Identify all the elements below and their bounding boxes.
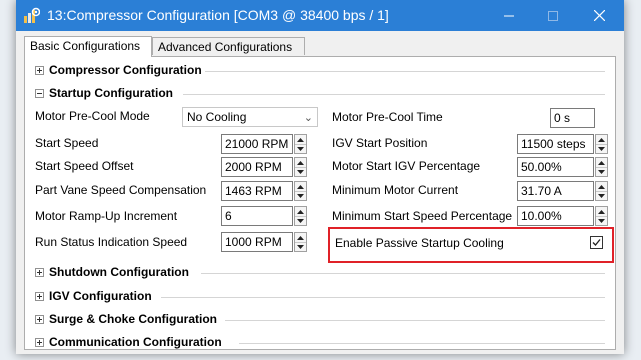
group-igv-configuration[interactable]: IGV Configuration — [35, 288, 605, 306]
title-bar[interactable]: 13:Compressor Configuration [COM3 @ 3840… — [16, 0, 624, 31]
group-divider — [161, 297, 605, 298]
tab-panel: Compressor Configuration Startup Configu… — [24, 56, 616, 350]
start-speed-value[interactable]: 21000 RPM — [221, 134, 293, 154]
maximize-button[interactable] — [533, 0, 573, 31]
minimum-motor-current-value[interactable]: 31.70 A — [517, 181, 594, 201]
spin-buttons[interactable] — [595, 181, 608, 201]
compressor-configuration-window: 13:Compressor Configuration [COM3 @ 3840… — [16, 0, 624, 354]
spin-buttons[interactable] — [294, 206, 307, 226]
motor-precool-time-field[interactable]: 0 s — [550, 108, 595, 128]
group-title: IGV Configuration — [49, 289, 152, 303]
group-title: Surge & Choke Configuration — [49, 312, 217, 326]
minimize-icon — [504, 15, 514, 16]
checkmark-icon — [592, 239, 601, 246]
group-divider — [183, 94, 605, 95]
spin-buttons[interactable] — [294, 134, 307, 154]
spin-buttons[interactable] — [294, 157, 307, 177]
tab-advanced-configurations[interactable]: Advanced Configurations — [152, 37, 305, 55]
motor-precool-mode-select[interactable]: No Cooling ⌄ — [182, 107, 318, 127]
motor-start-igv-percentage-value[interactable]: 50.00% — [517, 157, 594, 177]
part-vane-speed-compensation-label: Part Vane Speed Compensation — [35, 183, 207, 197]
motor-precool-mode-label: Motor Pre-Cool Mode — [35, 109, 150, 123]
motor-rampup-increment-label: Motor Ramp-Up Increment — [35, 209, 178, 223]
spin-down-icon[interactable] — [596, 216, 607, 225]
collapse-icon[interactable] — [35, 89, 44, 98]
spin-buttons[interactable] — [595, 157, 608, 177]
start-speed-label: Start Speed — [35, 136, 99, 150]
start-speed-offset-label: Start Speed Offset — [35, 159, 134, 173]
spin-down-icon[interactable] — [295, 191, 306, 200]
motor-rampup-increment-value[interactable]: 6 — [221, 206, 293, 226]
minimum-motor-current-stepper[interactable]: 31.70 A — [517, 181, 608, 201]
minimum-motor-current-label: Minimum Motor Current — [332, 183, 459, 197]
igv-start-position-label: IGV Start Position — [332, 136, 428, 150]
expand-icon[interactable] — [35, 66, 44, 75]
run-status-indication-speed-label: Run Status Indication Speed — [35, 235, 188, 249]
start-speed-offset-value[interactable]: 2000 RPM — [221, 157, 293, 177]
part-vane-speed-compensation-stepper[interactable]: 1463 RPM — [221, 181, 307, 201]
spin-down-icon[interactable] — [295, 144, 306, 153]
enable-passive-startup-cooling-label: Enable Passive Startup Cooling — [335, 236, 504, 250]
tab-basic-configurations[interactable]: Basic Configurations — [24, 36, 152, 57]
expand-icon[interactable] — [35, 268, 44, 277]
window-title: 13:Compressor Configuration [COM3 @ 3840… — [47, 7, 389, 23]
spin-buttons[interactable] — [595, 134, 608, 154]
group-divider — [201, 273, 605, 274]
app-icon — [24, 7, 40, 23]
spin-down-icon[interactable] — [295, 167, 306, 176]
spin-down-icon[interactable] — [596, 144, 607, 153]
motor-rampup-increment-stepper[interactable]: 6 — [221, 206, 307, 226]
spin-down-icon[interactable] — [295, 216, 306, 225]
group-title: Compressor Configuration — [49, 63, 202, 77]
expand-icon[interactable] — [35, 338, 44, 347]
close-icon — [593, 10, 605, 21]
enable-passive-startup-cooling-checkbox[interactable] — [590, 236, 603, 249]
minimum-start-speed-percentage-value[interactable]: 10.00% — [517, 206, 594, 226]
motor-start-igv-percentage-label: Motor Start IGV Percentage — [332, 159, 481, 173]
motor-start-igv-percentage-stepper[interactable]: 50.00% — [517, 157, 608, 177]
chevron-down-icon: ⌄ — [303, 112, 313, 124]
group-title: Startup Configuration — [49, 86, 173, 100]
spin-down-icon[interactable] — [295, 242, 306, 251]
spin-buttons[interactable] — [294, 181, 307, 201]
run-status-indication-speed-value[interactable]: 1000 RPM — [221, 232, 293, 252]
motor-precool-mode-value: No Cooling — [187, 110, 247, 124]
spin-buttons[interactable] — [294, 232, 307, 252]
igv-start-position-value[interactable]: 11500 steps — [517, 134, 594, 154]
group-communication-configuration[interactable]: Communication Configuration — [35, 334, 605, 352]
motor-precool-time-label: Motor Pre-Cool Time — [332, 110, 443, 124]
start-speed-offset-stepper[interactable]: 2000 RPM — [221, 157, 307, 177]
start-speed-stepper[interactable]: 21000 RPM — [221, 134, 307, 154]
minimize-button[interactable] — [489, 0, 529, 31]
expand-icon[interactable] — [35, 292, 44, 301]
part-vane-speed-compensation-value[interactable]: 1463 RPM — [221, 181, 293, 201]
minimum-start-speed-percentage-stepper[interactable]: 10.00% — [517, 206, 608, 226]
group-divider — [225, 320, 605, 321]
group-shutdown-configuration[interactable]: Shutdown Configuration — [35, 264, 605, 282]
group-title: Shutdown Configuration — [49, 265, 189, 279]
group-startup-configuration[interactable]: Startup Configuration — [35, 85, 605, 103]
group-divider — [205, 71, 605, 72]
run-status-indication-speed-stepper[interactable]: 1000 RPM — [221, 232, 307, 252]
group-surge-choke-configuration[interactable]: Surge & Choke Configuration — [35, 311, 605, 329]
spin-buttons[interactable] — [595, 206, 608, 226]
group-divider — [239, 343, 605, 344]
minimum-start-speed-percentage-label: Minimum Start Speed Percentage — [332, 209, 513, 223]
spin-down-icon[interactable] — [596, 167, 607, 176]
igv-start-position-stepper[interactable]: 11500 steps — [517, 134, 608, 154]
maximize-icon — [548, 10, 558, 21]
spin-down-icon[interactable] — [596, 191, 607, 200]
expand-icon[interactable] — [35, 315, 44, 324]
group-compressor-configuration[interactable]: Compressor Configuration — [35, 62, 605, 80]
group-title: Communication Configuration — [49, 335, 222, 349]
close-button[interactable] — [579, 0, 619, 31]
